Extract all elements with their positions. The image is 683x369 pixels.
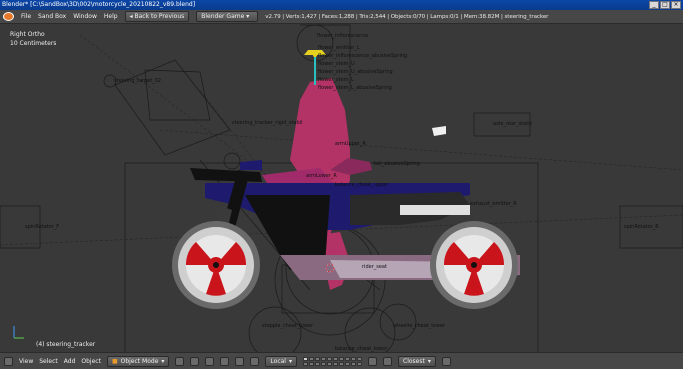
- snap-target-dropdown[interactable]: Closest ▾: [398, 355, 436, 367]
- scale-icon[interactable]: [250, 356, 260, 366]
- close-button[interactable]: ×: [671, 1, 681, 9]
- shading-icon[interactable]: [175, 356, 185, 366]
- manipulator-icon[interactable]: [205, 356, 215, 366]
- view-name: Right Ortho: [10, 31, 45, 38]
- menu-view[interactable]: View: [19, 358, 33, 365]
- label-wheelie-cheat-lower: wheelie_cheat_lower: [393, 323, 446, 329]
- menu-select[interactable]: Select: [39, 358, 58, 365]
- menu-sandbox[interactable]: Sand Box: [38, 13, 66, 20]
- snap-icon[interactable]: [383, 356, 392, 366]
- maximize-button[interactable]: □: [660, 1, 670, 9]
- layer-buttons[interactable]: [303, 356, 362, 366]
- label-flower-emitter: flower_emitter_L: [318, 45, 360, 51]
- viewport-info: Right Ortho 10 Centimeters: [10, 30, 56, 48]
- exhaust-tip[interactable]: [432, 126, 446, 136]
- label-flower-inflorescence-abusive: flower_inflorescence_abusiveSpring: [318, 53, 407, 59]
- label-spin-rotator-f: spinRotator_F: [25, 224, 59, 230]
- translate-icon[interactable]: [220, 356, 230, 366]
- menu-object[interactable]: Object: [81, 358, 101, 365]
- scene-canvas[interactable]: flower_inflorescence flower_emitter_L fl…: [0, 24, 683, 352]
- back-to-previous-label: Back to Previous: [134, 13, 185, 20]
- label-arm-lower: armLower_R: [306, 173, 337, 179]
- mode-label: Object Mode: [120, 357, 159, 365]
- label-flower-stem-u: flower_stem_U: [318, 61, 355, 67]
- label-stopple-cheat-lower: stopple_cheat_lower: [262, 323, 314, 329]
- render-engine-dropdown[interactable]: Blender Game ▾: [196, 11, 259, 22]
- menu-file[interactable]: File: [21, 13, 31, 20]
- render-icon[interactable]: [441, 356, 451, 366]
- render-engine-label: Blender Game: [201, 13, 245, 20]
- label-flower-stem-l: flower_stem_L: [318, 77, 354, 83]
- label-exhaust-emitter: exhaust_emitter_R: [470, 201, 517, 207]
- window-title-bar: Blender* [C:\SandBox\3D\002\motorcycle_2…: [0, 0, 683, 10]
- 3d-viewport[interactable]: flower_inflorescence flower_emitter_L fl…: [0, 24, 683, 352]
- label-rider-seat: rider_seat: [362, 264, 387, 270]
- editor-type-icon[interactable]: [4, 356, 13, 366]
- info-header: File Sand Box Window Help ◂ Back to Prev…: [0, 10, 683, 24]
- active-object-name: (4) steering_tracker: [36, 341, 96, 348]
- menu-add[interactable]: Add: [64, 358, 76, 365]
- front-wheel[interactable]: [172, 221, 260, 309]
- scene-stats: v2.79 | Verts:1,427 | Faces:1,288 | Tris…: [265, 13, 549, 20]
- orientation-dropdown[interactable]: Local ▾: [265, 355, 297, 367]
- snap-target-label: Closest: [403, 357, 425, 365]
- object-mode-icon: ■: [111, 357, 118, 365]
- label-flower-stem-u-abusive: flower_stem_U_abusiveSpring: [318, 69, 393, 75]
- label-steering-target: steering_target_02: [114, 78, 161, 84]
- label-balance-cheat-upper: balance_cheat_upper: [335, 182, 389, 188]
- axis-gizmo-icon: [13, 326, 24, 339]
- rotate-icon[interactable]: [235, 356, 245, 366]
- 3d-view-header: View Select Add Object ■ Object Mode ▾ Lo…: [0, 352, 683, 369]
- orientation-label: Local: [270, 357, 286, 365]
- menu-window[interactable]: Window: [73, 13, 97, 20]
- label-steering-tracker-rigid: steering_tracker_rigid_stabil: [232, 120, 302, 126]
- label-tail-abusive: tail_abusiveSpring: [374, 161, 420, 167]
- menu-help[interactable]: Help: [104, 13, 118, 20]
- blender-logo-icon[interactable]: [3, 12, 14, 21]
- label-spin-rotator-r: spinRotator_R: [624, 224, 659, 230]
- label-flower-inflorescence: flower_inflorescence: [317, 33, 368, 39]
- label-flower-stem-l-abusive: flower_stem_L_abusiveSpring: [318, 85, 392, 91]
- rear-wheel[interactable]: [430, 221, 518, 309]
- label-axle-rear: axle_rear_static: [493, 121, 533, 127]
- minimize-button[interactable]: _: [649, 1, 659, 9]
- window-title: Blender* [C:\SandBox\3D\002\motorcycle_2…: [2, 1, 196, 8]
- pivot-icon[interactable]: [190, 356, 200, 366]
- label-arm-upper: armUpper_R: [335, 141, 367, 147]
- mode-dropdown[interactable]: ■ Object Mode ▾: [106, 355, 170, 367]
- back-to-previous-button[interactable]: ◂ Back to Previous: [124, 11, 190, 22]
- lock-icon[interactable]: [368, 356, 377, 366]
- grid-scale: 10 Centimeters: [10, 40, 57, 47]
